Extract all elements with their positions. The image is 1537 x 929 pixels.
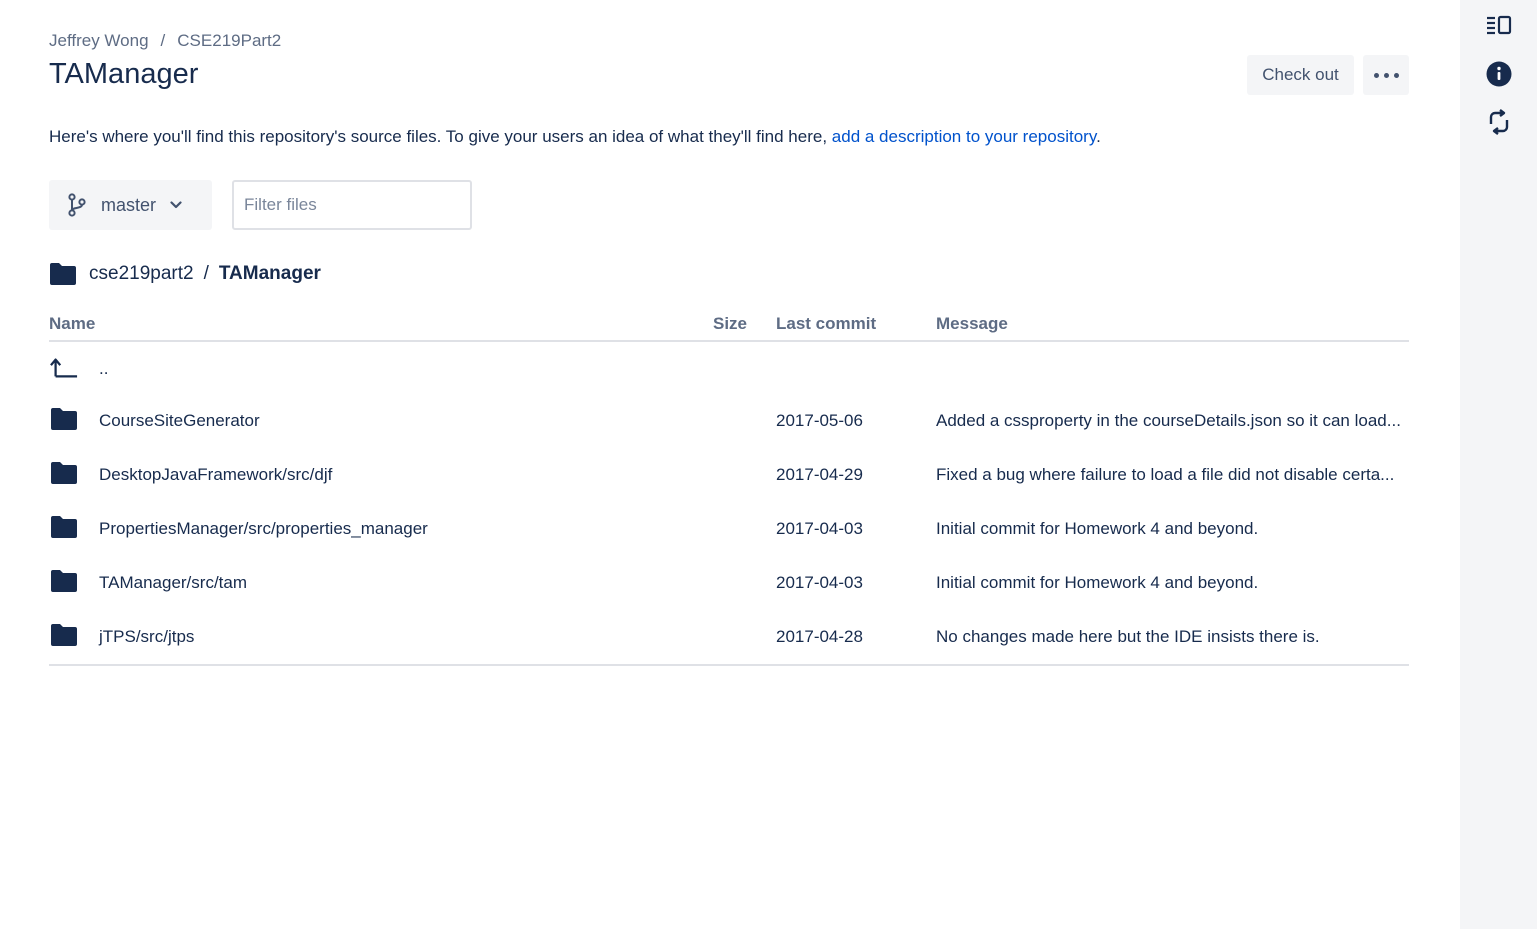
commit-message: No changes made here but the IDE insists… (936, 627, 1320, 646)
more-actions-button[interactable] (1363, 55, 1409, 95)
page-title: TAManager (49, 58, 199, 90)
commit-date: 2017-04-28 (776, 627, 863, 646)
column-header-size: Size (713, 314, 748, 333)
check-out-button[interactable]: Check out (1247, 55, 1354, 95)
info-icon[interactable] (1485, 60, 1513, 88)
add-description-link[interactable]: add a description to your repository (832, 127, 1096, 146)
main-content: Jeffrey Wong / CSE219Part2 TAManager Che… (0, 0, 1460, 929)
path-breadcrumb: cse219part2 / TAManager (49, 262, 321, 286)
table-header: Name Size Last commit Message (49, 308, 1409, 342)
more-horizontal-icon (1373, 72, 1379, 78)
parent-directory-icon (50, 355, 78, 381)
table-row[interactable]: TAManager/src/tam 2017-04-03 Initial com… (49, 556, 1409, 610)
breadcrumb-separator: / (160, 31, 166, 50)
commit-message: Initial commit for Homework 4 and beyond… (936, 573, 1259, 592)
branch-selector[interactable]: master (49, 180, 212, 230)
sync-icon[interactable] (1485, 108, 1513, 136)
right-sidebar (1460, 0, 1537, 929)
description-suffix: . (1096, 127, 1101, 146)
file-name[interactable]: DesktopJavaFramework/src/djf (99, 465, 332, 485)
folder-icon (50, 407, 78, 433)
commit-date: 2017-04-03 (776, 519, 863, 538)
file-name[interactable]: CourseSiteGenerator (99, 411, 260, 431)
table-row[interactable]: PropertiesManager/src/properties_manager… (49, 502, 1409, 556)
table-row[interactable]: jTPS/src/jtps 2017-04-28 No changes made… (49, 610, 1409, 664)
table-row[interactable]: CourseSiteGenerator 2017-05-06 Added a c… (49, 394, 1409, 448)
parent-directory-label: .. (99, 359, 109, 378)
parent-directory-row[interactable]: .. (49, 342, 1409, 394)
breadcrumb-project-link[interactable]: CSE219Part2 (177, 31, 281, 51)
file-name[interactable]: TAManager/src/tam (99, 573, 247, 593)
repository-description: Here's where you'll find this repository… (49, 127, 1101, 147)
table-row[interactable]: DesktopJavaFramework/src/djf 2017-04-29 … (49, 448, 1409, 502)
file-name[interactable]: PropertiesManager/src/properties_manager (99, 519, 428, 539)
chevron-down-icon (170, 201, 182, 209)
breadcrumb: Jeffrey Wong / CSE219Part2 (49, 31, 281, 51)
table-body: .. CourseSiteGenerator 2017-05-06 Added … (49, 342, 1409, 666)
breadcrumb-owner-link[interactable]: Jeffrey Wong (49, 31, 149, 51)
commit-message: Initial commit for Homework 4 and beyond… (936, 519, 1259, 538)
description-text: Here's where you'll find this repository… (49, 127, 832, 146)
folder-icon (50, 569, 78, 595)
folder-icon (49, 262, 77, 286)
branch-label: master (101, 194, 157, 215)
commit-date: 2017-04-29 (776, 465, 863, 484)
sidebar-toggle-icon[interactable] (1485, 11, 1513, 39)
file-name[interactable]: jTPS/src/jtps (99, 627, 194, 647)
commit-message: Added a cssproperty in the courseDetails… (936, 411, 1401, 430)
filter-files-input[interactable] (232, 180, 472, 230)
folder-icon (50, 515, 78, 541)
commit-message: Fixed a bug where failure to load a file… (936, 465, 1395, 484)
folder-icon (50, 623, 78, 649)
folder-icon (50, 461, 78, 487)
commit-date: 2017-05-06 (776, 411, 863, 430)
path-root-link[interactable]: cse219part2 (89, 263, 194, 285)
column-header-name: Name (49, 314, 96, 333)
path-separator: / (203, 263, 209, 284)
file-table: Name Size Last commit Message .. CourseS… (49, 308, 1409, 666)
column-header-message: Message (936, 314, 1008, 333)
path-current: TAManager (218, 263, 321, 284)
branch-icon (67, 193, 87, 217)
commit-date: 2017-04-03 (776, 573, 863, 592)
column-header-last-commit: Last commit (776, 314, 877, 333)
